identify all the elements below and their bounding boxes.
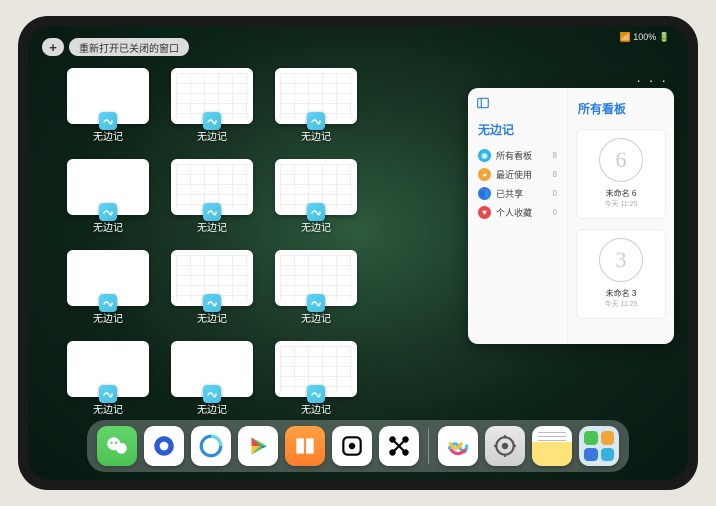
graph-icon[interactable]: [379, 426, 419, 466]
sidebar-toggle-icon[interactable]: [476, 96, 490, 110]
board-card[interactable]: 3 未命名 3今天 11:25: [576, 229, 666, 319]
nav-count: 0: [553, 208, 557, 217]
more-icon[interactable]: · · ·: [636, 72, 668, 88]
dock-separator: [428, 428, 429, 464]
app-window-thumbnail[interactable]: 无边记: [66, 68, 150, 143]
board-time: 今天 11:25: [605, 299, 638, 309]
ipad-screen: 📶 100% 🔋 + 重新打开已关闭的窗口 · · · 无边记无边记无边记无边记…: [28, 26, 688, 480]
top-left-controls: + 重新打开已关闭的窗口: [42, 38, 189, 56]
settings-icon[interactable]: [485, 426, 525, 466]
app-window-thumbnail[interactable]: 无边记: [66, 159, 150, 234]
window-label: 无边记: [93, 128, 123, 143]
freeform-badge-icon: [99, 203, 117, 221]
window-label: 无边记: [301, 219, 331, 234]
wechat-icon[interactable]: [97, 426, 137, 466]
play-store-icon[interactable]: [238, 426, 278, 466]
dock: [87, 420, 629, 472]
freeform-badge-icon: [203, 294, 221, 312]
window-label: 无边记: [197, 128, 227, 143]
board-name: 未命名 6: [606, 188, 637, 199]
window-label: 无边记: [197, 310, 227, 325]
app-window-thumbnail[interactable]: 无边记: [274, 341, 358, 416]
window-label: 无边记: [93, 219, 123, 234]
boards-list: 6未命名 6今天 11:253未命名 3今天 11:25: [576, 129, 666, 319]
new-window-button[interactable]: +: [42, 38, 64, 56]
panel-left-title: 无边记: [478, 121, 559, 138]
app-window-thumbnail[interactable]: 无边记: [170, 159, 254, 234]
panel-right: 所有看板 6未命名 6今天 11:253未命名 3今天 11:25: [568, 88, 674, 344]
board-card[interactable]: 6 未命名 6今天 11:25: [576, 129, 666, 219]
window-label: 无边记: [301, 310, 331, 325]
dice-icon[interactable]: [332, 426, 372, 466]
window-label: 无边记: [301, 401, 331, 416]
board-name: 未命名 3: [606, 288, 637, 299]
app-windows-grid: 无边记无边记无边记无边记无边记无边记无边记无边记无边记无边记无边记无边记: [66, 68, 461, 416]
qq-browser-alt-icon[interactable]: [191, 426, 231, 466]
board-sketch-icon: 6: [599, 138, 643, 182]
nav-label: 所有看板: [496, 149, 532, 162]
freeform-badge-icon: [203, 112, 221, 130]
board-sketch-icon: 3: [599, 238, 643, 282]
freeform-sidebar-panel: 无边记 ◉所有看板8◕最近使用8👥已共享0♥个人收藏0 所有看板 6未命名 6今…: [468, 88, 674, 344]
freeform-badge-icon: [307, 112, 325, 130]
freeform-badge-icon: [307, 203, 325, 221]
reopen-closed-window-button[interactable]: 重新打开已关闭的窗口: [69, 38, 189, 56]
nav-item-2[interactable]: 👥 已共享 0: [476, 184, 559, 203]
app-window-thumbnail[interactable]: 无边记: [66, 341, 150, 416]
books-icon[interactable]: [285, 426, 325, 466]
app-window-thumbnail[interactable]: 无边记: [66, 250, 150, 325]
nav-count: 8: [553, 170, 557, 179]
freeform-icon[interactable]: [438, 426, 478, 466]
nav-label: 最近使用: [496, 168, 532, 181]
nav-count: 0: [553, 189, 557, 198]
app-window-thumbnail[interactable]: 无边记: [274, 159, 358, 234]
nav-dot-icon: ◉: [478, 149, 491, 162]
window-label: 无边记: [197, 401, 227, 416]
board-time: 今天 11:25: [605, 199, 638, 209]
window-label: 无边记: [93, 310, 123, 325]
nav-label: 已共享: [496, 187, 523, 200]
window-label: 无边记: [301, 128, 331, 143]
app-window-thumbnail[interactable]: 无边记: [170, 250, 254, 325]
window-label: 无边记: [93, 401, 123, 416]
freeform-badge-icon: [99, 112, 117, 130]
app-library-icon[interactable]: [579, 426, 619, 466]
window-label: 无边记: [197, 219, 227, 234]
freeform-badge-icon: [203, 385, 221, 403]
qq-browser-icon[interactable]: [144, 426, 184, 466]
notes-icon[interactable]: [532, 426, 572, 466]
freeform-badge-icon: [307, 294, 325, 312]
app-window-thumbnail[interactable]: 无边记: [274, 68, 358, 143]
app-window-thumbnail[interactable]: 无边记: [170, 341, 254, 416]
nav-dot-icon: 👥: [478, 187, 491, 200]
nav-list: ◉ 所有看板 8 ◕ 最近使用 8 👥 已共享 0 ♥ 个人收藏 0: [476, 146, 559, 222]
ipad-frame: 📶 100% 🔋 + 重新打开已关闭的窗口 · · · 无边记无边记无边记无边记…: [18, 16, 698, 490]
status-bar: 📶 100% 🔋: [620, 32, 670, 43]
nav-item-3[interactable]: ♥ 个人收藏 0: [476, 203, 559, 222]
nav-dot-icon: ♥: [478, 206, 491, 219]
nav-item-0[interactable]: ◉ 所有看板 8: [476, 146, 559, 165]
nav-count: 8: [553, 151, 557, 160]
nav-label: 个人收藏: [496, 206, 532, 219]
app-window-thumbnail[interactable]: 无边记: [170, 68, 254, 143]
app-window-thumbnail[interactable]: 无边记: [274, 250, 358, 325]
nav-dot-icon: ◕: [478, 168, 491, 181]
nav-item-1[interactable]: ◕ 最近使用 8: [476, 165, 559, 184]
freeform-badge-icon: [307, 385, 325, 403]
freeform-badge-icon: [99, 385, 117, 403]
panel-left: 无边记 ◉ 所有看板 8 ◕ 最近使用 8 👥 已共享 0 ♥ 个人收藏 0: [468, 88, 568, 344]
panel-right-title: 所有看板: [578, 100, 666, 117]
freeform-badge-icon: [203, 203, 221, 221]
freeform-badge-icon: [99, 294, 117, 312]
